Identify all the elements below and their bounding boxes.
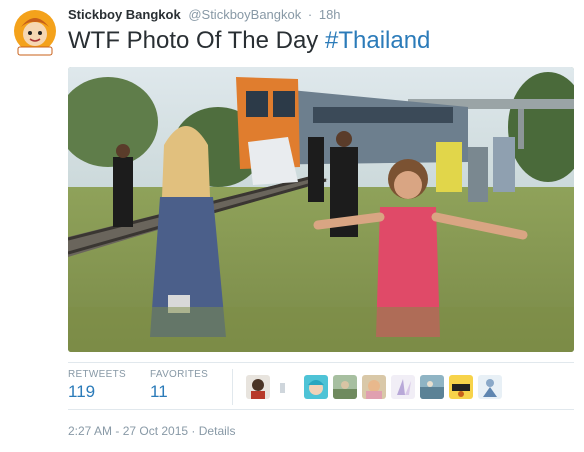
favoriter-avatar[interactable] bbox=[362, 375, 386, 399]
author-handle[interactable]: @StickboyBangkok bbox=[188, 7, 301, 22]
favoriter-avatar[interactable] bbox=[391, 375, 415, 399]
tweet-photo[interactable] bbox=[68, 67, 574, 352]
favorites-count[interactable]: 11 bbox=[150, 381, 208, 403]
favoriter-avatar[interactable] bbox=[276, 375, 288, 399]
stickboy-logo-icon bbox=[10, 7, 60, 57]
favoriter-avatar[interactable] bbox=[449, 375, 473, 399]
favoriter-avatar[interactable] bbox=[333, 375, 357, 399]
user-avatar-icon bbox=[246, 375, 270, 399]
retweets-label: RETWEETS bbox=[68, 369, 126, 380]
user-avatar-icon bbox=[478, 375, 502, 399]
tweet-header: Stickboy Bangkok @StickboyBangkok · 18h bbox=[68, 6, 341, 24]
favoriter-avatar[interactable] bbox=[246, 375, 270, 399]
tweet-footer: 2:27 AM - 27 Oct 2015 · Details bbox=[68, 423, 235, 439]
user-avatar-icon bbox=[449, 375, 473, 399]
favoriter-avatar[interactable] bbox=[304, 375, 328, 399]
user-avatar-icon bbox=[362, 375, 386, 399]
tweet-time[interactable]: 18h bbox=[319, 7, 341, 22]
tweet-stats: RETWEETS 119 FAVORITES 11 bbox=[68, 362, 574, 410]
tweet-text-body: WTF Photo Of The Day bbox=[68, 27, 319, 54]
user-avatar-icon bbox=[420, 375, 444, 399]
favorites-label: FAVORITES bbox=[150, 369, 209, 380]
user-avatar-icon bbox=[276, 375, 288, 399]
retweets-stat[interactable]: RETWEETS 119 bbox=[68, 369, 126, 403]
user-avatar-icon bbox=[391, 375, 415, 399]
photo-illustration bbox=[68, 67, 574, 352]
stats-divider bbox=[232, 369, 233, 405]
footer-separator: · bbox=[191, 424, 196, 438]
hashtag-link[interactable]: #Thailand bbox=[325, 27, 430, 54]
tweet-card: Stickboy Bangkok @StickboyBangkok · 18h … bbox=[0, 0, 584, 452]
tweet-text: WTF Photo Of The Day #Thailand bbox=[68, 26, 578, 56]
favoriter-avatar[interactable] bbox=[478, 375, 502, 399]
details-link[interactable]: Details bbox=[199, 424, 236, 438]
author-avatar[interactable] bbox=[10, 7, 60, 57]
tweet-timestamp[interactable]: 2:27 AM - 27 Oct 2015 bbox=[68, 424, 188, 438]
header-separator: · bbox=[307, 7, 313, 22]
user-avatar-icon bbox=[304, 375, 328, 399]
author-display-name[interactable]: Stickboy Bangkok bbox=[68, 7, 181, 22]
retweets-count[interactable]: 119 bbox=[68, 381, 126, 403]
favoriter-avatar[interactable] bbox=[420, 375, 444, 399]
user-avatar-icon bbox=[333, 375, 357, 399]
favorites-stat[interactable]: FAVORITES 11 bbox=[150, 369, 208, 403]
